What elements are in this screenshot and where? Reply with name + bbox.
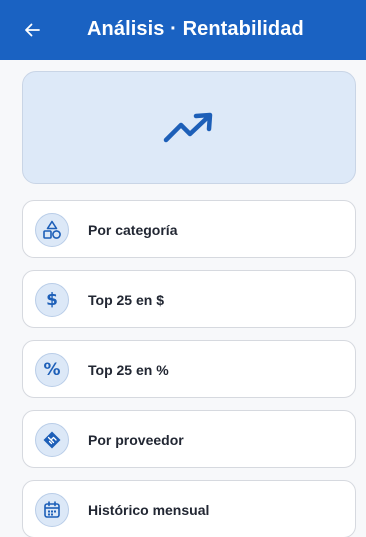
dollar-icon: $ bbox=[35, 283, 69, 317]
menu-item-label: Top 25 en % bbox=[88, 362, 169, 378]
back-button[interactable] bbox=[18, 16, 46, 44]
menu-item-por-categoria[interactable]: Por categoría bbox=[22, 200, 356, 258]
menu-item-top-25-porcentaje[interactable]: % Top 25 en % bbox=[22, 340, 356, 398]
calendar-icon bbox=[35, 493, 69, 527]
percent-icon: % bbox=[35, 353, 69, 387]
menu-item-por-proveedor[interactable]: Por proveedor bbox=[22, 410, 356, 468]
menu-item-label: Por categoría bbox=[88, 222, 178, 238]
handshake-icon bbox=[35, 423, 69, 457]
menu-item-label: Histórico mensual bbox=[88, 502, 210, 518]
menu-item-label: Top 25 en $ bbox=[88, 292, 164, 308]
page-title: Análisis · Rentabilidad bbox=[87, 18, 304, 40]
app-bar: Análisis · Rentabilidad bbox=[0, 0, 366, 60]
category-shapes-icon bbox=[35, 213, 69, 247]
menu-item-label: Por proveedor bbox=[88, 432, 184, 448]
hero-banner bbox=[22, 71, 356, 184]
menu-item-top-25-dolares[interactable]: $ Top 25 en $ bbox=[22, 270, 356, 328]
arrow-left-icon bbox=[25, 23, 40, 37]
menu-item-historico-mensual[interactable]: Histórico mensual bbox=[22, 480, 356, 537]
trending-up-icon bbox=[163, 112, 213, 142]
